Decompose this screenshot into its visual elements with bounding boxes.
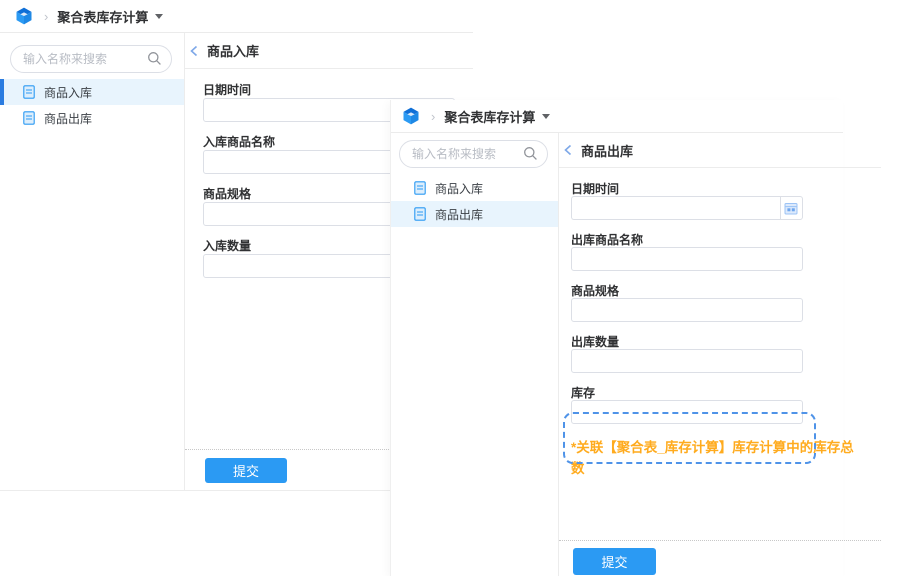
- stock-out-form: 日期时间: [559, 168, 881, 479]
- document-icon: [414, 207, 426, 221]
- sidebar-item-label: 商品入库: [435, 180, 483, 197]
- inventory-input[interactable]: [571, 400, 803, 424]
- back-chevron-icon[interactable]: [188, 44, 202, 58]
- calendar-picker-button[interactable]: [780, 196, 803, 220]
- app-logo-cube-icon[interactable]: [14, 6, 34, 26]
- sidebar-search: [399, 140, 548, 168]
- field-product-spec: 商品规格: [571, 284, 863, 322]
- sidebar-search: [10, 45, 172, 73]
- calendar-icon: [784, 201, 798, 215]
- inventory-annotation-note: *关联【聚合表_库存计算】库存计算中的库存总数: [571, 437, 863, 479]
- field-label: 库存: [571, 386, 863, 400]
- panel-header: 商品入库: [185, 33, 473, 69]
- panel-header: 商品出库: [559, 133, 881, 168]
- caret-down-icon[interactable]: [542, 114, 550, 119]
- sidebar-item-stock-out[interactable]: 商品出库: [0, 105, 184, 131]
- back-chevron-icon[interactable]: [562, 143, 576, 157]
- topbar: › 聚合表库存计算: [391, 100, 843, 133]
- topbar: › 聚合表库存计算: [0, 0, 473, 33]
- field-datetime: 日期时间: [571, 182, 863, 220]
- sidebar-item-label: 商品出库: [44, 110, 92, 127]
- sidebar-item-stock-in[interactable]: 商品入库: [0, 79, 184, 105]
- field-label: 日期时间: [203, 82, 455, 98]
- sidebar-item-stock-in[interactable]: 商品入库: [391, 175, 558, 201]
- product-spec-input[interactable]: [571, 298, 803, 322]
- outbound-quantity-input[interactable]: [571, 349, 803, 373]
- sidebar-item-stock-out[interactable]: 商品出库: [391, 201, 558, 227]
- field-inventory: 库存: [571, 386, 863, 424]
- panel-title: 商品入库: [207, 41, 259, 60]
- document-icon: [23, 85, 35, 99]
- sidebar-item-label: 商品入库: [44, 84, 92, 101]
- stock-out-window: › 聚合表库存计算: [390, 100, 843, 576]
- caret-down-icon[interactable]: [155, 14, 163, 19]
- document-icon: [23, 111, 35, 125]
- search-icon[interactable]: [147, 51, 162, 69]
- form-panel: 商品出库 日期时间: [559, 133, 881, 576]
- sidebar-item-label: 商品出库: [435, 206, 483, 223]
- panel-footer: 提交: [559, 540, 881, 576]
- field-label: 出库数量: [571, 335, 863, 349]
- field-label: 出库商品名称: [571, 233, 863, 247]
- app-logo-cube-icon[interactable]: [401, 106, 421, 126]
- form-list-sidebar: 商品入库 商品出库: [391, 133, 559, 576]
- datetime-input[interactable]: [571, 196, 780, 220]
- breadcrumb-title[interactable]: 聚合表库存计算: [57, 7, 148, 26]
- submit-button[interactable]: 提交: [205, 458, 287, 483]
- search-icon[interactable]: [523, 146, 538, 164]
- field-outbound-product-name: 出库商品名称: [571, 233, 863, 271]
- breadcrumb-title[interactable]: 聚合表库存计算: [444, 107, 535, 126]
- breadcrumb-chevron-icon: ›: [44, 9, 48, 24]
- field-outbound-quantity: 出库数量: [571, 335, 863, 373]
- screenshot-canvas: › 聚合表库存计算: [0, 0, 915, 576]
- field-label: 日期时间: [571, 182, 863, 196]
- breadcrumb-chevron-icon: ›: [431, 109, 435, 124]
- selected-indicator-bar: [0, 79, 4, 105]
- form-list-sidebar: 商品入库 商品出库: [0, 33, 185, 490]
- submit-button[interactable]: 提交: [573, 548, 656, 575]
- field-label: 商品规格: [571, 284, 863, 298]
- panel-title: 商品出库: [581, 141, 633, 160]
- outbound-product-name-input[interactable]: [571, 247, 803, 271]
- document-icon: [414, 181, 426, 195]
